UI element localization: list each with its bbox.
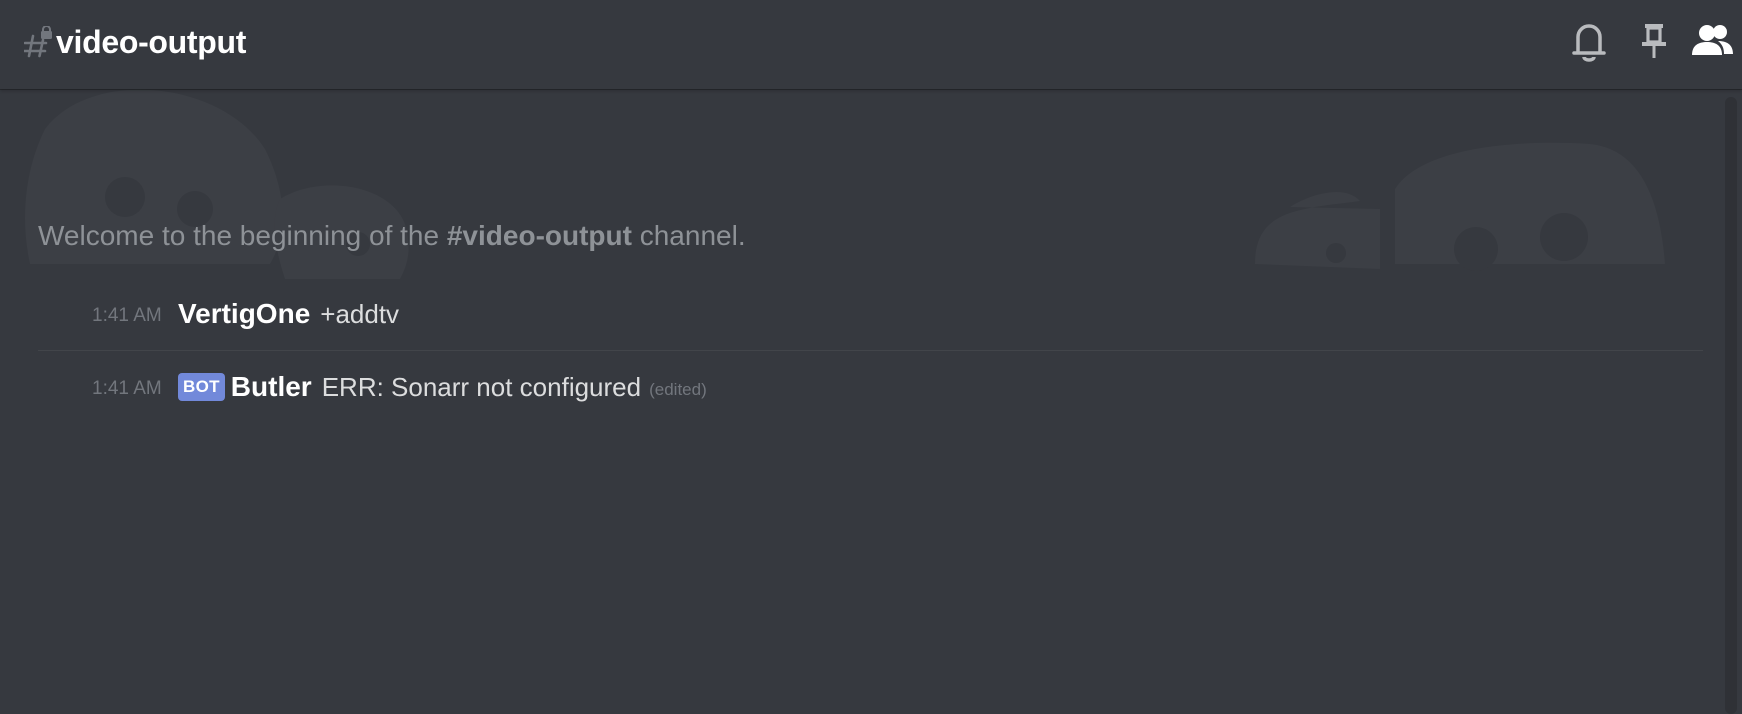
messages-scrollbar[interactable] bbox=[1725, 97, 1737, 714]
notification-settings-button[interactable] bbox=[1566, 20, 1612, 66]
welcome-prefix: Welcome to the beginning of the bbox=[38, 220, 447, 251]
message-author[interactable]: VertigOne bbox=[178, 298, 310, 330]
chat-window: video-output Welcome to the beginning of… bbox=[0, 0, 1742, 714]
edited-indicator: (edited) bbox=[649, 380, 707, 399]
message-timestamp: 1:41 AM bbox=[92, 378, 162, 399]
channel-title: video-output bbox=[56, 24, 247, 60]
locked-hash-icon bbox=[22, 25, 56, 60]
members-icon bbox=[1691, 22, 1735, 65]
pinned-messages-button[interactable] bbox=[1631, 20, 1677, 66]
bot-badge: BOT bbox=[178, 373, 225, 401]
channel-header: video-output bbox=[0, 0, 1742, 89]
pin-icon bbox=[1639, 21, 1669, 66]
welcome-channel-mention: #video-output bbox=[446, 220, 632, 251]
message-content: +addtv bbox=[320, 298, 400, 329]
background-art bbox=[25, 89, 1665, 279]
welcome-suffix: channel. bbox=[631, 220, 746, 251]
message-author[interactable]: Butler bbox=[231, 371, 312, 403]
bell-icon bbox=[1570, 20, 1608, 67]
messages-area[interactable]: Welcome to the beginning of the #video-o… bbox=[0, 89, 1742, 714]
member-list-button[interactable] bbox=[1690, 20, 1736, 66]
message-timestamp: 1:41 AM bbox=[92, 305, 162, 326]
message-item[interactable]: 1:41 AM BOT Butler ERR: Sonarr not confi… bbox=[92, 367, 707, 407]
message-content: ERR: Sonarr not configured bbox=[321, 371, 642, 402]
channel-welcome-text: Welcome to the beginning of the #video-o… bbox=[38, 217, 746, 255]
message-item[interactable]: 1:41 AM VertigOne +addtv bbox=[92, 294, 399, 334]
message-group-divider bbox=[38, 350, 1703, 351]
